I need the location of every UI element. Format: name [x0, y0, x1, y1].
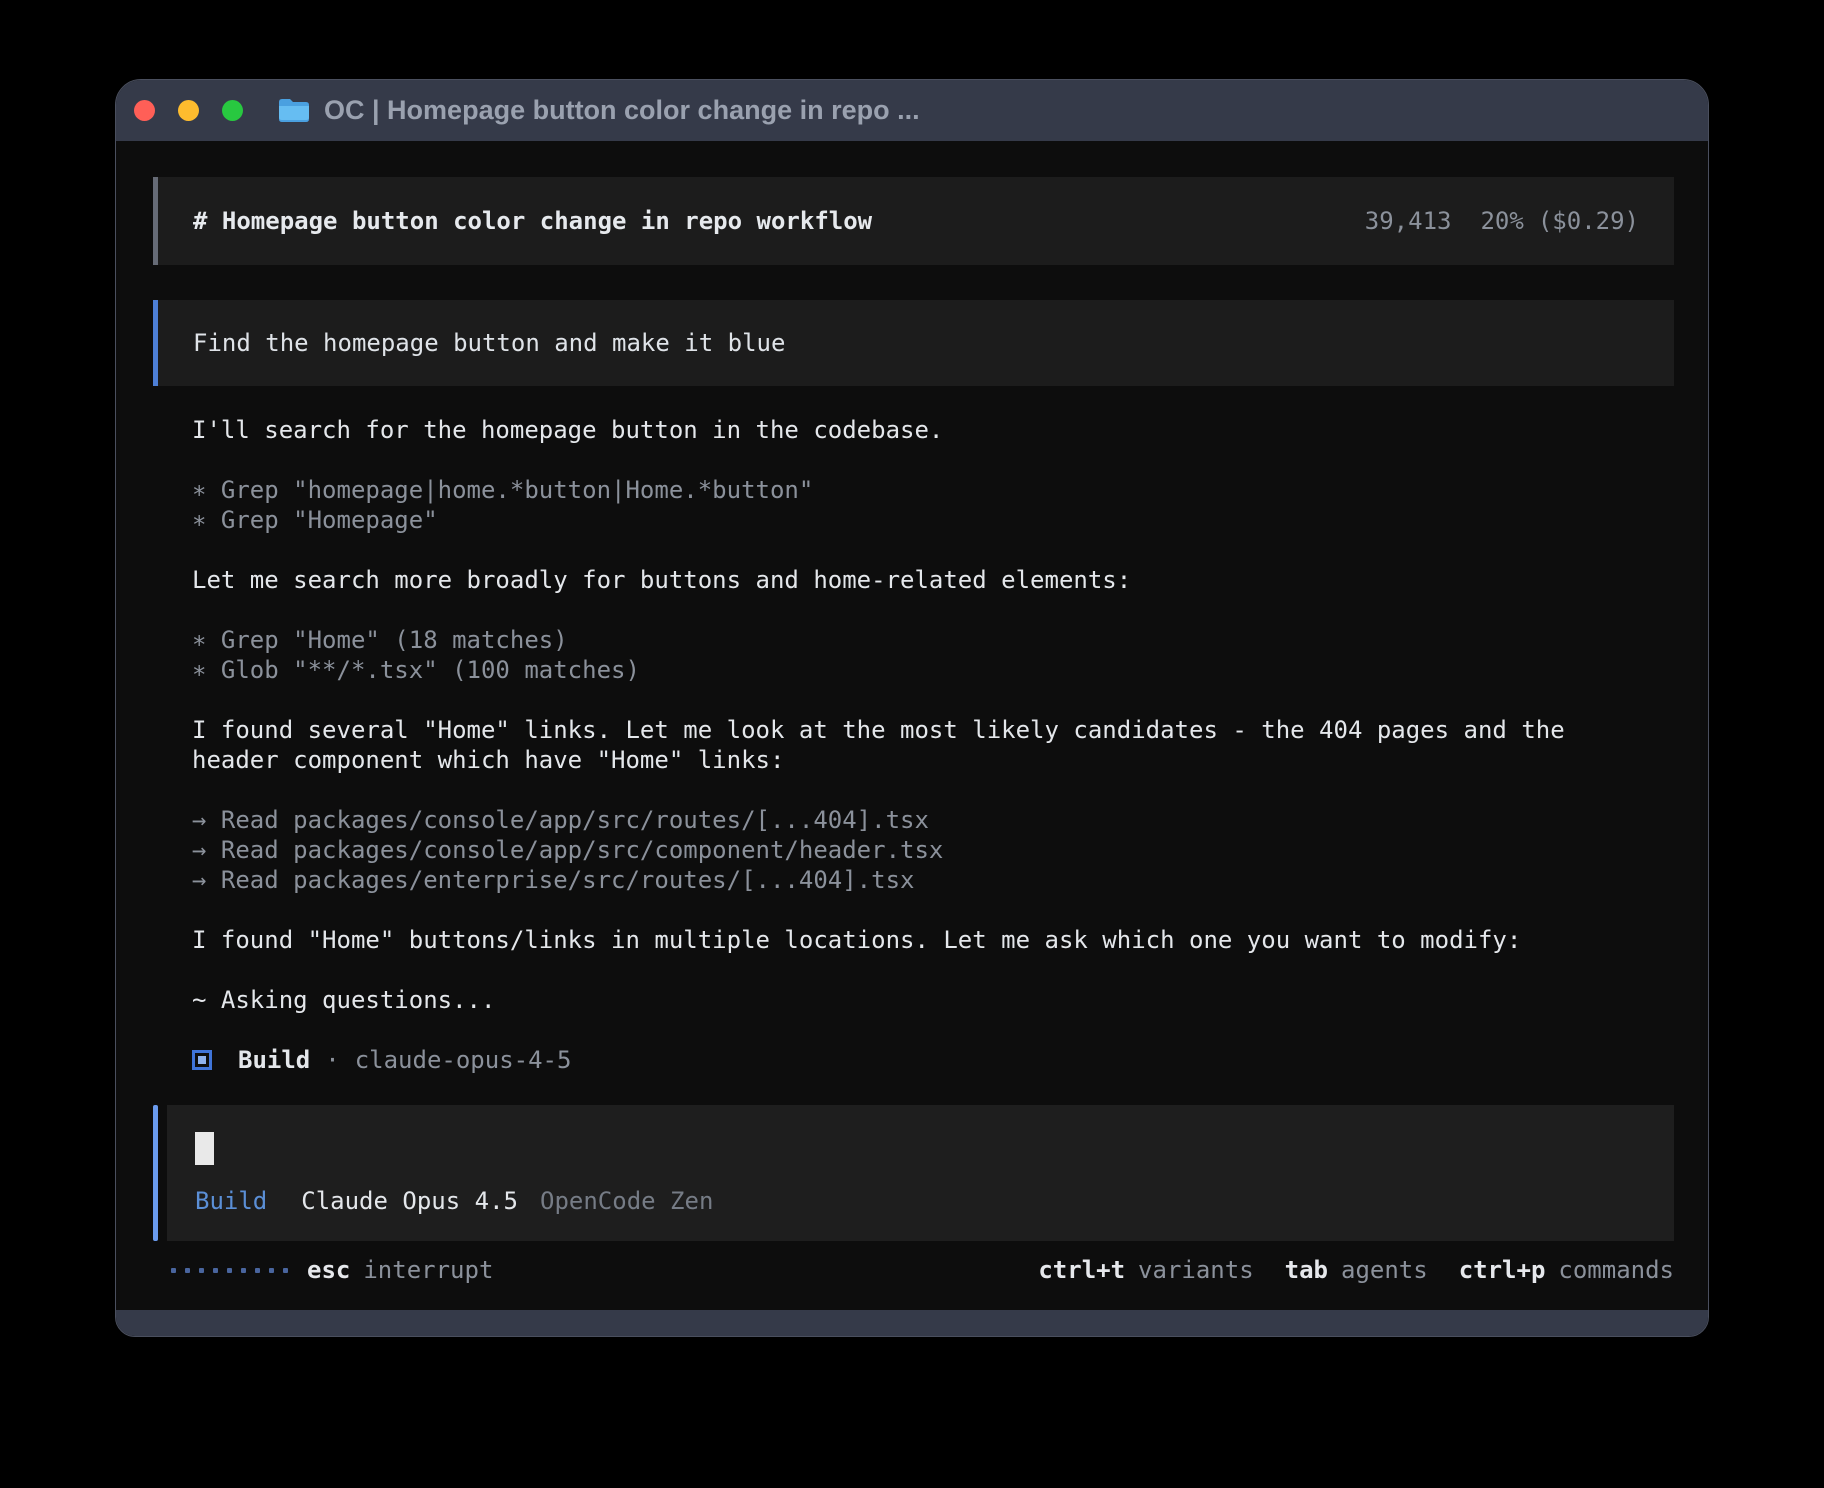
assistant-line: Let me search more broadly for buttons a… [192, 565, 1674, 595]
terminal-content: # Homepage button color change in repo w… [116, 141, 1708, 1310]
shortcut-label: variants [1138, 1255, 1254, 1285]
shortcut-interrupt: esc interrupt [307, 1255, 493, 1285]
tool-call-line: ∗ Grep "Homepage" [192, 505, 1674, 535]
assistant-output: I'll search for the homepage button in t… [153, 415, 1674, 1075]
shortcut-key: tab [1285, 1255, 1328, 1285]
text-cursor [195, 1132, 214, 1165]
session-cost: ($0.29) [1538, 206, 1639, 236]
prompt-input[interactable]: Build Claude Opus 4.5 OpenCode Zen [167, 1105, 1674, 1241]
input-accent-bar [153, 1105, 158, 1241]
shortcut-label: interrupt [363, 1255, 493, 1285]
read-file-line: → Read packages/enterprise/src/routes/[.… [192, 865, 1674, 895]
agent-status: Build · claude-opus-4-5 [192, 1045, 1674, 1075]
close-button[interactable] [134, 100, 155, 121]
spinner-dot [283, 1268, 288, 1273]
prompt-input-area: Build Claude Opus 4.5 OpenCode Zen [153, 1105, 1674, 1241]
token-count: 39,413 [1365, 206, 1452, 236]
traffic-lights [134, 100, 243, 121]
spinner-dot [213, 1268, 218, 1273]
terminal-window: OC | Homepage button color change in rep… [115, 79, 1709, 1337]
shortcut-variants: ctrl+t variants [1038, 1255, 1253, 1285]
spinner-dot [241, 1268, 246, 1273]
model-name: claude-opus-4-5 [355, 1045, 572, 1075]
read-file-line: → Read packages/console/app/src/routes/[… [192, 805, 1674, 835]
session-stats: 39,413 20% ($0.29) [1365, 206, 1639, 236]
input-model-label: Claude Opus 4.5 [301, 1186, 518, 1216]
context-percent: 20% [1480, 206, 1523, 236]
input-provider-label: OpenCode Zen [540, 1186, 713, 1216]
shortcut-commands: ctrl+p commands [1459, 1255, 1674, 1285]
shortcut-key: ctrl+p [1459, 1255, 1546, 1285]
shortcut-key: ctrl+t [1038, 1255, 1125, 1285]
zoom-button[interactable] [222, 100, 243, 121]
spinner-dots [171, 1268, 288, 1273]
spinner-dot [255, 1268, 260, 1273]
titlebar[interactable]: OC | Homepage button color change in rep… [116, 80, 1708, 141]
status-bar: esc interrupt ctrl+t variants tab agents… [153, 1255, 1674, 1285]
window-bottom-edge [116, 1310, 1708, 1336]
window-title: OC | Homepage button color change in rep… [324, 95, 920, 126]
assistant-line: I found "Home" buttons/links in multiple… [192, 925, 1674, 955]
spinner-dot [171, 1268, 176, 1273]
shortcut-agents: tab agents [1285, 1255, 1428, 1285]
user-message-text: Find the homepage button and make it blu… [193, 328, 785, 358]
shortcut-key: esc [307, 1255, 350, 1285]
read-file-line: → Read packages/console/app/src/componen… [192, 835, 1674, 865]
session-title: # Homepage button color change in repo w… [193, 206, 872, 236]
tool-call-line: ∗ Grep "Home" (18 matches) [192, 625, 1674, 655]
user-message: Find the homepage button and make it blu… [153, 300, 1674, 386]
input-footer: Build Claude Opus 4.5 OpenCode Zen [195, 1186, 1674, 1216]
input-agent-label: Build [195, 1186, 267, 1216]
assistant-line: ~ Asking questions... [192, 985, 1674, 1015]
session-header: # Homepage button color change in repo w… [153, 177, 1674, 265]
spinner-dot [227, 1268, 232, 1273]
spinner-dot [185, 1268, 190, 1273]
folder-icon [277, 97, 311, 125]
shortcut-hints: ctrl+t variants tab agents ctrl+p comman… [1038, 1255, 1674, 1285]
spinner-dot [199, 1268, 204, 1273]
assistant-line: I'll search for the homepage button in t… [192, 415, 1674, 445]
shortcut-label: agents [1341, 1255, 1428, 1285]
agent-name: Build [238, 1045, 310, 1075]
shortcut-label: commands [1558, 1255, 1674, 1285]
tool-call-line: ∗ Grep "homepage|home.*button|Home.*butt… [192, 475, 1674, 505]
build-agent-icon [192, 1050, 212, 1070]
spinner-dot [269, 1268, 274, 1273]
status-separator: · [325, 1045, 339, 1075]
minimize-button[interactable] [178, 100, 199, 121]
assistant-line: I found several "Home" links. Let me loo… [192, 715, 1612, 775]
tool-call-line: ∗ Glob "**/*.tsx" (100 matches) [192, 655, 1674, 685]
